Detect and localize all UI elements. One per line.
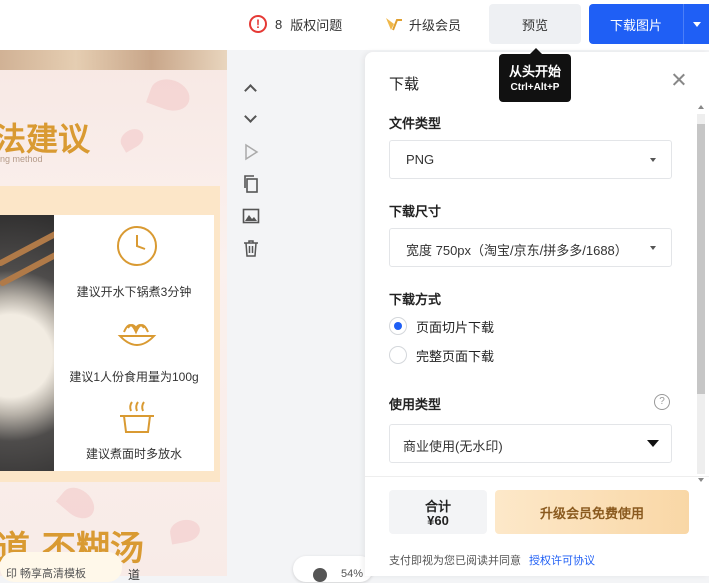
copyright-issues[interactable]: ! 8 版权问题 (249, 13, 342, 35)
petal-decoration (168, 517, 202, 545)
petal-decoration (117, 125, 147, 153)
divider (365, 476, 709, 477)
tooltip-shortcut: Ctrl+Alt+P (510, 82, 560, 93)
file-type-select[interactable]: PNG (389, 140, 672, 179)
preview-tooltip: 从头开始 Ctrl+Alt+P (499, 48, 571, 102)
chevron-down-icon (650, 246, 656, 250)
chevron-down-icon (647, 440, 659, 447)
zoom-control[interactable]: 54% (293, 556, 373, 582)
tip-1: 建议开水下锅煮3分钟 (76, 285, 192, 299)
cooking-pot-icon (116, 396, 158, 438)
delete-icon[interactable] (242, 239, 260, 257)
design-subtitle: ng method (0, 154, 43, 164)
issues-count: 8 (275, 16, 283, 32)
download-panel: 下载 文件类型 PNG 下载尺寸 宽度 750px（淘宝/京东/拼多多/1688… (365, 52, 709, 576)
image-icon[interactable] (242, 207, 260, 225)
radio-unselected (389, 346, 407, 364)
total-price: ¥60 (427, 513, 449, 528)
download-image-button[interactable]: 下载图片 (589, 4, 683, 44)
watermark-pill[interactable]: 印 畅享高清模板 (0, 552, 122, 582)
petal-decoration (55, 481, 101, 525)
noodle-photo-strip (0, 50, 227, 70)
panel-title: 下载 (389, 76, 420, 93)
file-type-label: 文件类型 (389, 116, 442, 131)
upgrade-vip-link[interactable]: 升级会员 (385, 13, 461, 35)
tip-2: 建议1人份食用量为100g (69, 370, 199, 384)
download-size-label: 下载尺寸 (389, 204, 442, 219)
upgrade-free-use-button[interactable]: 升级会员免费使用 (495, 490, 689, 534)
download-method-label: 下载方式 (389, 292, 442, 307)
usage-type-select[interactable]: 商业使用(无水印) (389, 424, 672, 463)
scroll-thumb[interactable] (697, 124, 705, 394)
license-agreement-link[interactable]: 授权许可协议 (529, 555, 595, 567)
vip-icon (385, 15, 403, 33)
move-up-icon[interactable] (242, 80, 260, 98)
tip-3: 建议煮面时多放水 (85, 447, 182, 461)
panel-scrollbar[interactable] (697, 105, 705, 482)
agreement-text: 支付即视为您已阅读并同意 授权许可协议 (389, 555, 595, 567)
scroll-down-icon[interactable] (698, 478, 704, 482)
top-bar: ! 8 版权问题 升级会员 预览 下载图片 (0, 0, 709, 50)
noodle-bowl-icon (116, 314, 158, 356)
scroll-up-icon[interactable] (698, 105, 704, 109)
preview-button[interactable]: 预览 (489, 4, 581, 44)
issues-label: 版权问题 (290, 17, 343, 33)
close-icon[interactable] (671, 72, 687, 88)
noodle-bowl-photo (0, 215, 64, 471)
move-down-icon[interactable] (242, 110, 260, 129)
zoom-icon (313, 568, 327, 582)
radio-slice-download[interactable]: 页面切片下载 (389, 316, 494, 336)
clock-icon (116, 225, 158, 267)
design-small-text: 道 (128, 568, 141, 582)
tooltip-title: 从头开始 (508, 64, 561, 79)
help-icon[interactable]: ? (654, 394, 670, 410)
play-icon[interactable] (242, 143, 260, 161)
radio-full-page-download[interactable]: 完整页面下载 (389, 345, 494, 365)
copy-icon[interactable] (242, 175, 260, 193)
warning-icon: ! (249, 15, 267, 33)
zoom-value: 54% (341, 568, 364, 580)
vip-label: 升级会员 (409, 17, 462, 33)
chevron-down-icon (650, 158, 656, 162)
download-size-select[interactable]: 宽度 750px（淘宝/京东/拼多多/1688） (389, 228, 672, 267)
usage-type-label: 使用类型 (389, 397, 442, 412)
radio-selected (389, 317, 407, 335)
petal-decoration (146, 74, 194, 116)
download-options-dropdown[interactable] (683, 4, 709, 44)
total-price-box: 合计 ¥60 (389, 490, 487, 534)
